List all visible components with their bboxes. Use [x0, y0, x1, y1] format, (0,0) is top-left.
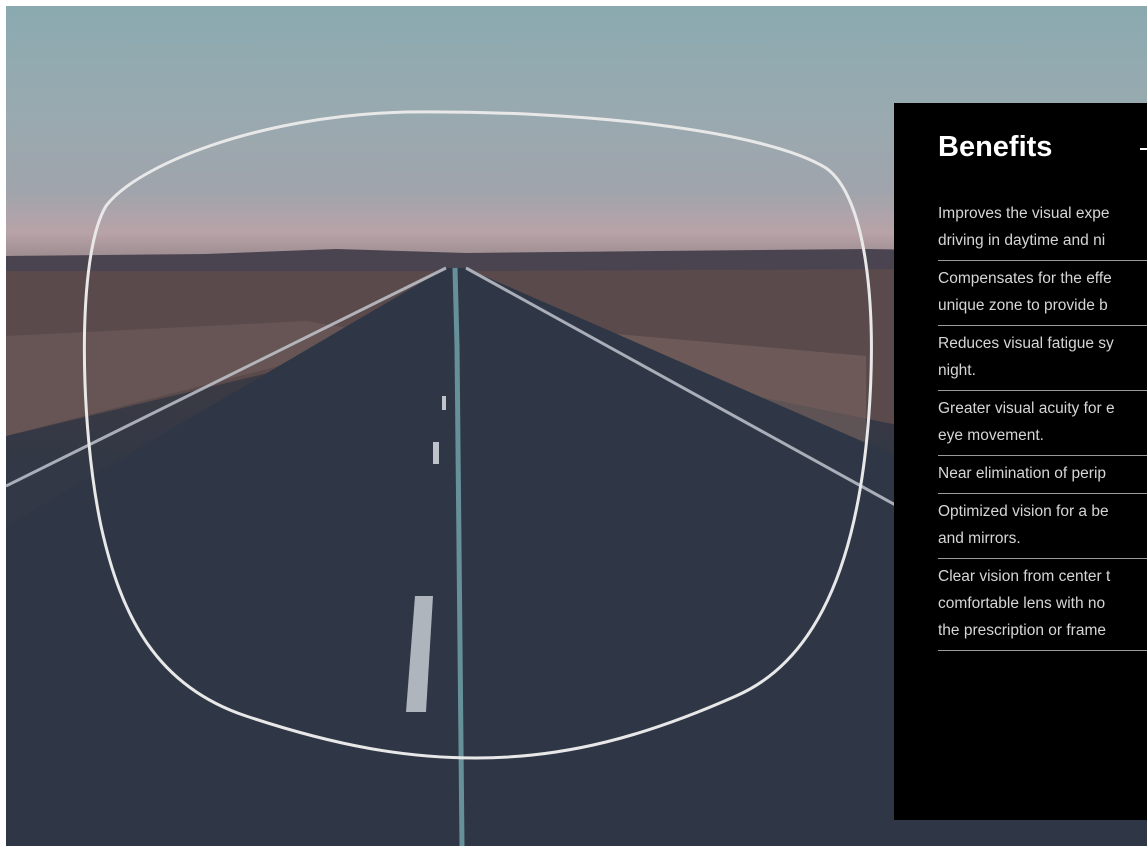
- benefit-item: Optimized vision for a be and mirrors.: [938, 494, 1147, 559]
- benefit-item: Greater visual acuity for e eye movement…: [938, 391, 1147, 456]
- lane-dash: [433, 442, 439, 464]
- collapse-dash-icon[interactable]: [1140, 148, 1147, 150]
- benefit-item: Clear vision from center t comfortable l…: [938, 559, 1147, 651]
- lane-dash: [442, 396, 446, 410]
- benefit-item: Improves the visual expe driving in dayt…: [938, 196, 1147, 261]
- benefit-item: Near elimination of perip: [938, 456, 1147, 494]
- benefit-item: Reduces visual fatigue sy night.: [938, 326, 1147, 391]
- benefit-item: Compensates for the effe unique zone to …: [938, 261, 1147, 326]
- benefits-list: Improves the visual expe driving in dayt…: [938, 196, 1147, 651]
- benefits-title: Benefits: [938, 131, 1053, 163]
- benefits-panel: Benefits Improves the visual expe drivin…: [894, 103, 1147, 820]
